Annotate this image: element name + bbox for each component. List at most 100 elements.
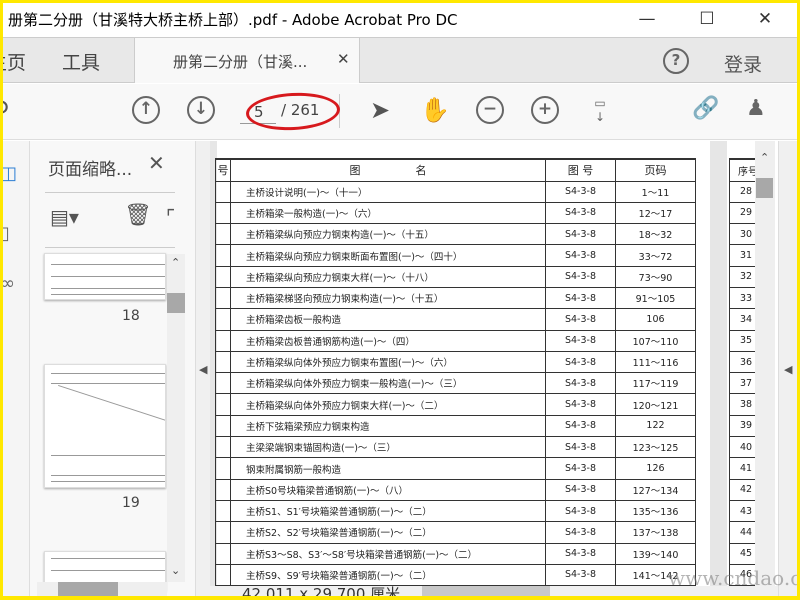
h-scroll-thumb[interactable] [422, 586, 550, 600]
scroll-thumb[interactable] [756, 178, 773, 198]
tab-document[interactable]: 册第二分册（甘溪... ✕ [134, 38, 360, 83]
panel-splitter[interactable]: ◀ [195, 141, 210, 600]
drawing-name: 主桥S0号块箱梁普通钢筋(一)～（八） [230, 478, 546, 501]
drawing-name: 主桥S3～S8、S3′～S8′号块箱梁普通钢筋(一)～（二） [230, 542, 546, 565]
table-row: 39 [729, 414, 755, 438]
table-row: 41 [729, 457, 755, 480]
row-index [215, 308, 231, 331]
bookmarks-icon[interactable]: ▯ [0, 223, 10, 244]
right-pane-toggle[interactable]: ◀ [778, 141, 800, 600]
page-range: 137～138 [615, 521, 696, 544]
rotate-page-icon[interactable]: ⌜ [166, 205, 175, 229]
seq-number: 29 [729, 201, 755, 225]
drawing-name: 主桥S2、S2′号块箱梁普通钢筋(一)～（二） [230, 521, 546, 544]
minimize-button[interactable]: — [627, 6, 667, 32]
attachments-icon[interactable]: ∞ [0, 273, 15, 294]
page-range: 18～32 [615, 223, 696, 246]
drawing-number: S4-3-8 [545, 223, 616, 246]
document-scrollbar[interactable]: ⌃ [755, 141, 775, 586]
seq-number: 40 [729, 436, 755, 459]
maximize-button[interactable]: ☐ [687, 6, 727, 32]
drawing-name: 主桥箱梁齿板普通钢筋构造(一)～（四） [230, 329, 546, 352]
doc-tab-label: 册第二分册（甘溪... [173, 53, 308, 71]
drawing-name: 主桥箱梁梯竖向预应力钢束构造(一)～（十五） [230, 286, 546, 310]
zoom-out-icon[interactable]: − [476, 96, 504, 124]
page-thumbnail-19[interactable] [44, 364, 166, 488]
thumbnail-hscrollbar[interactable] [37, 582, 167, 600]
seq-number: 30 [729, 223, 755, 246]
previous-page-icon[interactable]: ↑ [132, 96, 160, 124]
thumbnail-label: 19 [122, 495, 140, 511]
page-range: 122 [615, 414, 696, 438]
hand-tool-icon[interactable]: ✋ [420, 96, 450, 124]
share-link-icon[interactable]: 🔗 [692, 96, 720, 124]
drawing-name: 主桥箱梁纵向预应力钢束断面布置图(一)～（四十） [230, 244, 546, 267]
col-header-seq: 序号 [729, 158, 755, 182]
scroll-thumb[interactable] [167, 293, 185, 313]
zoom-in-icon[interactable]: + [531, 96, 559, 124]
drawing-name: 主桥箱梁纵向预应力钢束构造(一)～（十五） [230, 223, 546, 246]
tab-home[interactable]: 主页 [0, 48, 26, 75]
seq-number: 44 [729, 521, 755, 544]
drawing-number: S4-3-8 [545, 521, 616, 544]
help-icon[interactable]: ? [663, 48, 689, 74]
select-pointer-icon[interactable]: ➤ [370, 96, 398, 124]
page-range: 107～110 [615, 329, 696, 352]
drawing-name: 主梁梁端钢束锚固构造(一)～（三） [230, 436, 546, 459]
drawing-number: S4-3-8 [545, 180, 616, 203]
add-user-icon[interactable]: ♟ [746, 96, 774, 124]
row-index [215, 350, 231, 374]
page-range: 120～121 [615, 393, 696, 416]
page-range: 91～105 [615, 286, 696, 310]
close-panel-icon[interactable]: ✕ [148, 151, 165, 175]
table-row: 主梁梁端钢束锚固构造(一)～（三） S4-3-8 123～125 [215, 436, 696, 459]
drawing-name: 主桥箱梁一般构造(一)～（六） [230, 201, 546, 225]
document-view[interactable]: 号 图 名 图 号 页码 主桥设计说明(一)～（十一） S4-3-8 1～11 … [210, 141, 755, 586]
thumbnails-panel: 页面缩略... ✕ ▤▾ 🗑 ⌜ 18 19 ⌃ ⌄ [30, 141, 195, 600]
thumbnail-scrollbar[interactable]: ⌃ ⌄ [167, 254, 185, 582]
search-icon[interactable]: ⚲ [0, 96, 20, 124]
table-row: 主桥箱梁纵向预应力钢束构造(一)～（十五） S4-3-8 18～32 [215, 223, 696, 246]
table-row: 主桥设计说明(一)～（十一） S4-3-8 1～11 [215, 180, 696, 203]
table-row: 主桥箱梁纵向体外预应力钢束一般构造(一)～（三） S4-3-8 117～119 [215, 372, 696, 395]
next-page-icon[interactable]: ↓ [187, 96, 215, 124]
options-menu-icon[interactable]: ▤▾ [50, 205, 79, 229]
close-window-button[interactable]: ✕ [745, 6, 785, 32]
page-thumbnails-icon[interactable]: ◫ [0, 163, 17, 184]
scroll-thumb[interactable] [58, 582, 118, 600]
tab-tools[interactable]: 工具 [62, 48, 100, 75]
page-range: 126 [615, 457, 696, 480]
table-row: 33 [729, 286, 755, 310]
drawing-name: 钢束附属钢筋一般构造 [230, 457, 546, 480]
page-range: 73～90 [615, 265, 696, 288]
drawing-number: S4-3-8 [545, 201, 616, 225]
drawing-name: 主桥箱梁纵向体外预应力钢束布置图(一)～（六） [230, 350, 546, 374]
drawing-index-table: 号 图 名 图 号 页码 主桥设计说明(一)～（十一） S4-3-8 1～11 … [215, 158, 696, 586]
close-tab-icon[interactable]: ✕ [337, 50, 350, 68]
page-thumbnail-18[interactable] [44, 253, 166, 300]
row-index [215, 372, 231, 395]
drawing-number: S4-3-8 [545, 393, 616, 416]
seq-number: 35 [729, 329, 755, 352]
divider [45, 192, 175, 193]
trash-icon[interactable]: 🗑 [124, 203, 152, 228]
collapse-left-icon[interactable]: ◀ [199, 363, 207, 376]
expand-right-icon[interactable]: ◀ [784, 363, 792, 376]
keyboard-scroll-icon[interactable]: ▭ ↓ [586, 96, 614, 124]
page-size: 42.011 x 29.700 厘米 [242, 586, 401, 600]
row-index [215, 393, 231, 416]
page-range: 1～11 [615, 180, 696, 203]
row-index [215, 457, 231, 480]
drawing-name: 主桥箱梁纵向体外预应力钢束一般构造(一)～（三） [230, 372, 546, 395]
row-index [215, 563, 231, 586]
drawing-number: S4-3-8 [545, 286, 616, 310]
row-index [215, 244, 231, 267]
table-row: 35 [729, 329, 755, 352]
login-button[interactable]: 登录 [724, 50, 762, 77]
drawing-name: 主桥下弦箱梁预应力钢束构造 [230, 414, 546, 438]
table-row: 28 [729, 180, 755, 203]
row-index [215, 478, 231, 501]
page-range: 106 [615, 308, 696, 331]
row-index [215, 223, 231, 246]
drawing-name: 主桥箱梁纵向体外预应力钢束大样(一)～（二） [230, 393, 546, 416]
